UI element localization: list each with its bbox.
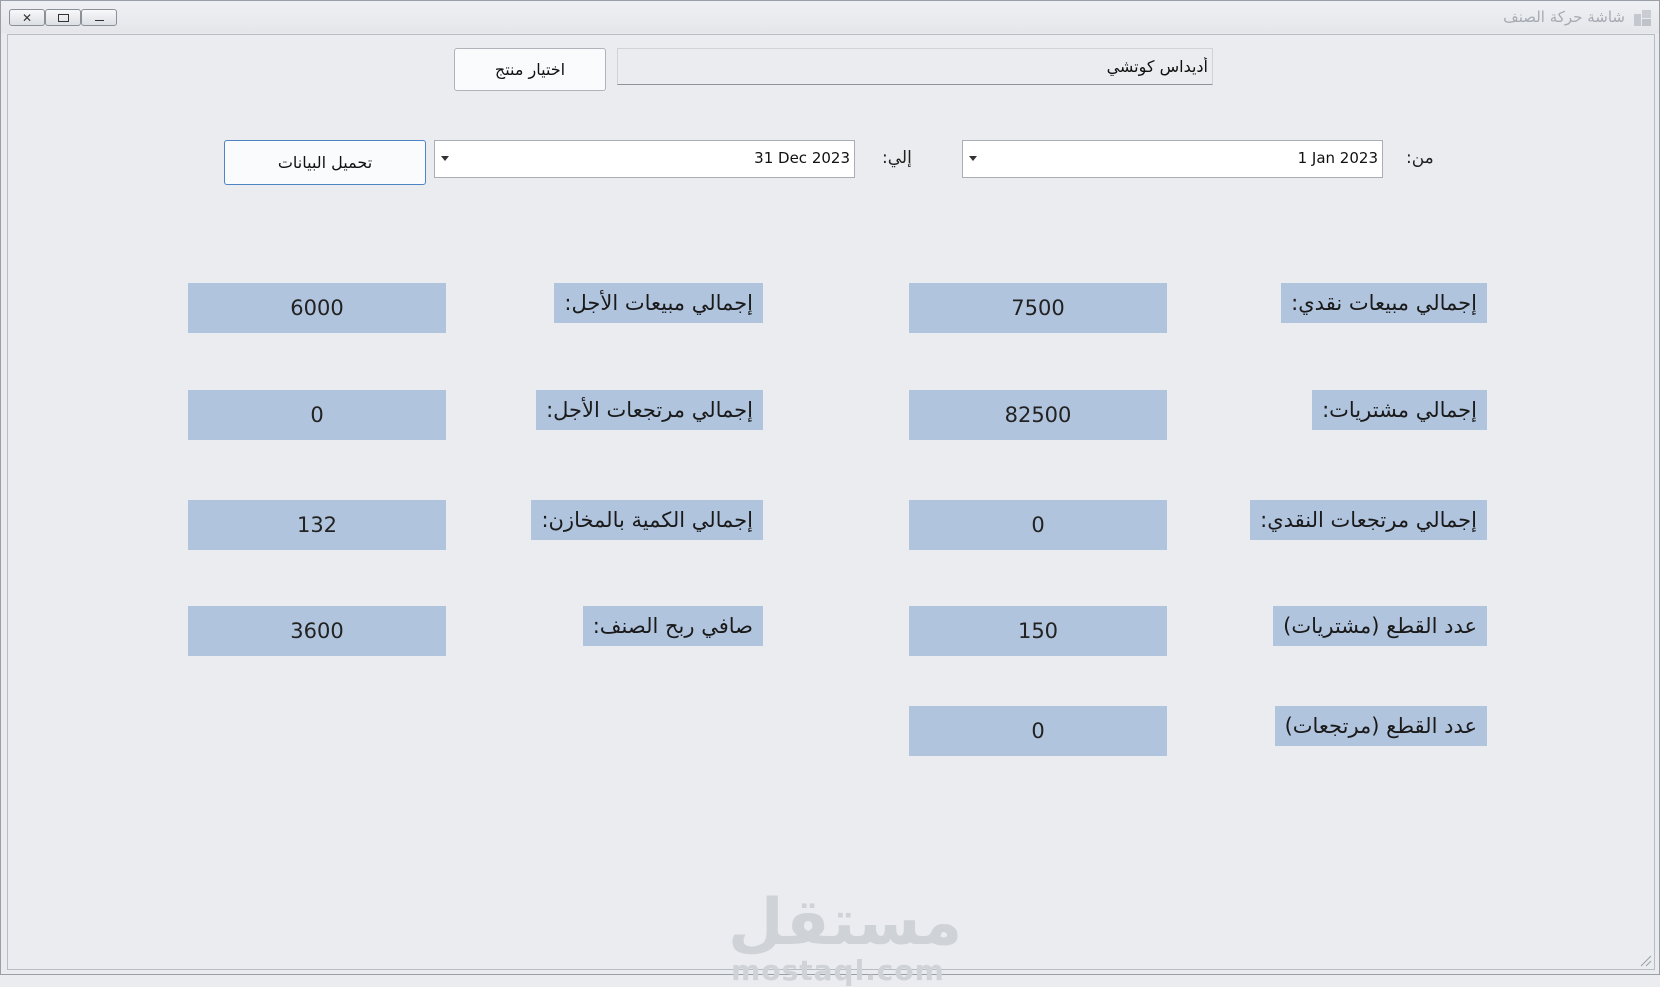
main-panel: اختيار منتج من: 1 Jan 2023 إلي: 31 Dec 2… [7, 34, 1655, 986]
chevron-down-icon[interactable] [969, 156, 977, 161]
credit-sales-label: إجمالي مبيعات الأجل: [554, 283, 763, 323]
credit-returns-label: إجمالي مرتجعات الأجل: [536, 390, 763, 430]
from-label: من: [1406, 148, 1434, 168]
product-name-field[interactable] [617, 48, 1213, 85]
pieces-returns-value: 0 [909, 706, 1167, 756]
from-date-picker[interactable]: 1 Jan 2023 [962, 140, 1383, 178]
purchases-label: إجمالي مشتريات: [1312, 390, 1487, 430]
pieces-purchases-value: 150 [909, 606, 1167, 656]
to-date-value: 31 Dec 2023 [754, 149, 850, 167]
stock-qty-value: 132 [188, 500, 446, 550]
select-product-label: اختيار منتج [494, 60, 566, 79]
app-icon [1634, 10, 1651, 26]
cash-sales-value: 7500 [909, 283, 1167, 333]
cash-returns-value: 0 [909, 500, 1167, 550]
select-product-button[interactable]: اختيار منتج [454, 48, 606, 91]
close-icon: ✕ [21, 10, 33, 25]
cash-returns-label: إجمالي مرتجعات النقدي: [1250, 500, 1487, 540]
to-label: إلي: [882, 148, 912, 168]
window-title: شاشة حركة الصنف [1503, 8, 1625, 26]
maximize-button[interactable] [45, 9, 81, 26]
chevron-down-icon[interactable] [441, 156, 449, 161]
watermark-latin: mostaql.com [731, 954, 945, 987]
watermark-arabic: مستقل [728, 886, 963, 960]
stock-qty-label: إجمالي الكمية بالمخازن: [531, 500, 763, 540]
pieces-purchases-label: عدد القطع (مشتريات) [1273, 606, 1487, 646]
from-date-value: 1 Jan 2023 [1297, 149, 1378, 167]
title-bar[interactable]: ✕ شاشة حركة الصنف [1, 1, 1659, 33]
purchases-value: 82500 [909, 390, 1167, 440]
resize-grip-icon[interactable] [1638, 953, 1652, 967]
app-window: ✕ شاشة حركة الصنف اختيار منتج من: 1 Jan … [0, 0, 1660, 986]
pieces-returns-label: عدد القطع (مرتجعات) [1274, 706, 1487, 746]
to-date-picker[interactable]: 31 Dec 2023 [434, 140, 855, 178]
credit-returns-value: 0 [188, 390, 446, 440]
credit-sales-value: 6000 [188, 283, 446, 333]
cash-sales-label: إجمالي مبيعات نقدي: [1281, 283, 1487, 323]
minimize-button[interactable] [81, 9, 117, 26]
load-data-button[interactable]: تحميل البيانات [224, 140, 426, 185]
net-profit-value: 3600 [188, 606, 446, 656]
watermark: مستقل mostaql.com [728, 886, 963, 987]
maximize-icon [57, 13, 69, 22]
close-button[interactable]: ✕ [9, 9, 45, 26]
minimize-icon [94, 20, 104, 21]
net-profit-label: صافي ربح الصنف: [582, 606, 763, 646]
load-data-label: تحميل البيانات [277, 153, 373, 172]
